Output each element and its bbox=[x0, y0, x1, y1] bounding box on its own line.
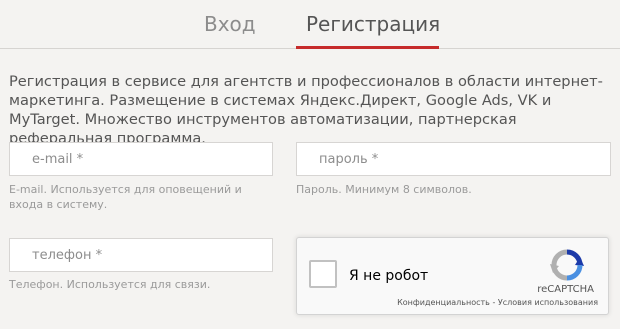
recaptcha-links-separator: - bbox=[489, 298, 498, 307]
active-tab-indicator bbox=[296, 46, 439, 49]
recaptcha-checkbox[interactable] bbox=[309, 260, 337, 288]
phone-hint: Телефон. Используется для связи. bbox=[9, 278, 211, 291]
tab-login[interactable]: Вход bbox=[204, 12, 256, 36]
recaptcha-logo-icon bbox=[550, 249, 584, 281]
registration-intro: Регистрация в сервисе для агентств и про… bbox=[9, 73, 603, 147]
email-field[interactable] bbox=[9, 142, 273, 176]
password-hint: Пароль. Минимум 8 символов. bbox=[296, 183, 472, 196]
recaptcha-privacy-link[interactable]: Конфиденциальность bbox=[397, 298, 490, 307]
recaptcha-label: Я не робот bbox=[349, 268, 429, 284]
tab-register[interactable]: Регистрация bbox=[306, 12, 440, 36]
recaptcha-links: Конфиденциальность - Условия использован… bbox=[397, 298, 598, 308]
email-hint: E-mail. Используется для оповещений и вх… bbox=[9, 183, 242, 211]
auth-tabs: Вход Регистрация bbox=[0, 0, 620, 49]
recaptcha-terms-link[interactable]: Условия использования bbox=[498, 298, 598, 307]
phone-field[interactable] bbox=[9, 238, 273, 272]
recaptcha-widget: Я не робот reCAPTCHA Конфиденциальность … bbox=[296, 237, 609, 315]
recaptcha-brand: reCAPTCHA bbox=[537, 284, 594, 295]
password-field[interactable] bbox=[296, 142, 611, 176]
